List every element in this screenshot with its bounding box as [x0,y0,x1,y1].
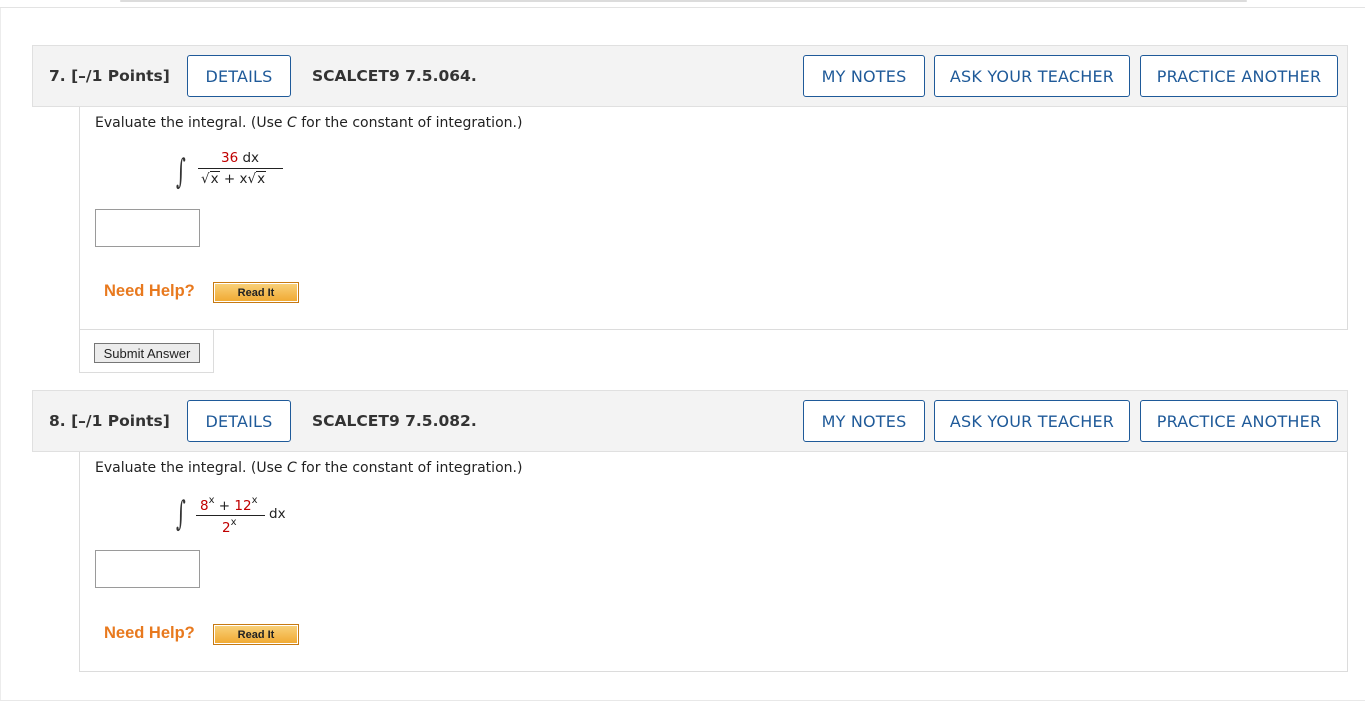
integral-differential: dx [269,506,286,522]
fraction-bar [198,168,283,169]
integral-numerator: 8x + 12x [200,495,258,514]
fraction-bar [196,515,265,516]
details-button[interactable]: DETAILS [187,55,291,97]
question-8-header: 8. [–/1 Points] DETAILS SCALCET9 7.5.082… [32,390,1348,452]
integral-fraction: 36 dx √x + x√x [198,150,284,196]
my-notes-button[interactable]: MY NOTES [803,55,925,97]
answer-input[interactable] [95,209,200,247]
practice-another-button[interactable]: PRACTICE ANOTHER [1140,400,1338,442]
integral-denominator: 2x [222,517,237,536]
integral-sign: ∫ [175,494,186,534]
question-prompt: Evaluate the integral. (Use C for the co… [95,115,523,131]
question-number: 7. [–/1 Points] [49,67,170,85]
question-7-body: Evaluate the integral. (Use C for the co… [79,107,1348,330]
submit-area: Submit Answer [79,330,214,373]
need-help-label: Need Help? [104,624,195,642]
ask-your-teacher-button[interactable]: ASK YOUR TEACHER [934,400,1130,442]
question-code: SCALCET9 7.5.064. [312,67,477,85]
answer-input[interactable] [95,550,200,588]
need-help-label: Need Help? [104,282,195,300]
my-notes-button[interactable]: MY NOTES [803,400,925,442]
integral-fraction: 8x + 12x 2x dx [196,493,296,539]
integral-sign: ∫ [175,152,186,192]
read-it-button[interactable]: Read It [213,282,299,303]
question-8-body: Evaluate the integral. (Use C for the co… [79,452,1348,672]
submit-answer-button[interactable]: Submit Answer [94,343,200,363]
question-code: SCALCET9 7.5.082. [312,412,477,430]
horizontal-scrollbar[interactable] [120,0,1247,2]
ask-your-teacher-button[interactable]: ASK YOUR TEACHER [934,55,1130,97]
read-it-button[interactable]: Read It [213,624,299,645]
question-number: 8. [–/1 Points] [49,412,170,430]
question-7-header: 7. [–/1 Points] DETAILS SCALCET9 7.5.064… [32,45,1348,107]
integral-denominator: √x + x√x [201,171,267,187]
question-prompt: Evaluate the integral. (Use C for the co… [95,460,523,476]
details-button[interactable]: DETAILS [187,400,291,442]
integral-numerator: 36 dx [221,150,260,166]
practice-another-button[interactable]: PRACTICE ANOTHER [1140,55,1338,97]
